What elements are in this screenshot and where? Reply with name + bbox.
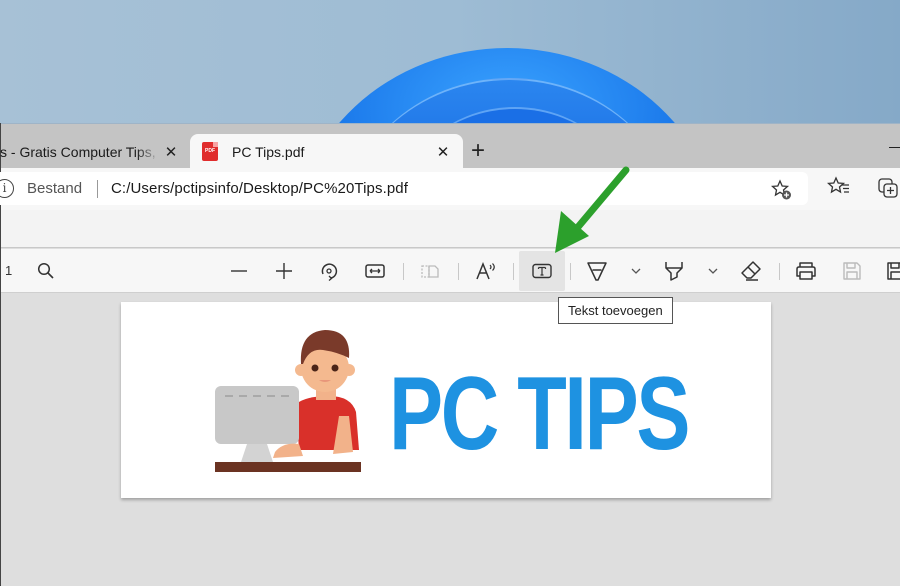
read-aloud-button[interactable] [471, 257, 501, 285]
zoom-out-button[interactable] [224, 257, 254, 285]
infobar-area [1, 210, 900, 248]
save-button[interactable] [837, 257, 867, 285]
highlight-options-dropdown[interactable] [698, 257, 728, 285]
new-tab-button[interactable]: + [471, 137, 485, 165]
pc-tips-logo-text: PC TIPS [389, 356, 690, 472]
tab-strip: s - Gratis Computer Tips, i ✕ PC Tips.pd… [0, 123, 900, 169]
rotate-icon [321, 263, 338, 281]
tab-pctips-site[interactable]: s - Gratis Computer Tips, i ✕ [0, 134, 188, 169]
address-bar-row: i Bestand C:/Users/pctipsinfo/Desktop/PC… [0, 168, 900, 210]
toolbar-divider [570, 263, 571, 280]
search-button[interactable] [31, 257, 61, 285]
pen-icon [587, 262, 607, 281]
url-text[interactable]: C:/Users/pctipsinfo/Desktop/PC%20Tips.pd… [111, 180, 408, 197]
add-text-button[interactable] [519, 251, 565, 291]
address-bar[interactable]: i Bestand C:/Users/pctipsinfo/Desktop/PC… [0, 172, 808, 205]
page-view-button[interactable] [415, 257, 445, 285]
pdf-file-icon [202, 142, 218, 161]
collections-icon[interactable] [877, 176, 900, 200]
page-number[interactable]: 1 [5, 263, 12, 278]
eraser-icon [741, 261, 761, 281]
tab-pc-tips-pdf[interactable]: PC Tips.pdf ✕ [190, 134, 463, 169]
info-icon[interactable]: i [0, 179, 14, 198]
highlight-button[interactable] [659, 257, 689, 285]
scheme-label: Bestand [27, 180, 83, 197]
print-button[interactable] [791, 257, 821, 285]
chevron-down-icon [708, 268, 718, 274]
chevron-down-icon [631, 268, 641, 274]
pdf-viewer[interactable]: PC TIPS [1, 294, 900, 586]
save-icon [843, 262, 861, 280]
rotate-button[interactable] [314, 257, 344, 285]
pc-tips-mascot-illustration [215, 330, 361, 472]
fit-width-icon [365, 264, 385, 278]
draw-options-dropdown[interactable] [621, 257, 651, 285]
toolbar-divider [403, 263, 404, 280]
erase-button[interactable] [736, 257, 766, 285]
favorites-icon[interactable] [827, 176, 851, 198]
save-as-button[interactable] [881, 257, 900, 285]
save-as-icon [887, 262, 900, 280]
browser-window: s - Gratis Computer Tips, i ✕ PC Tips.pd… [0, 123, 900, 586]
highlighter-icon [665, 262, 683, 281]
toolbar-divider [458, 263, 459, 280]
toolbar-divider [779, 263, 780, 280]
draw-button[interactable] [582, 257, 612, 285]
fit-to-width-button[interactable] [360, 257, 390, 285]
minus-icon [231, 270, 247, 272]
zoom-in-button[interactable] [269, 257, 299, 285]
read-aloud-icon [476, 262, 495, 280]
printer-icon [796, 262, 816, 280]
close-icon[interactable]: ✕ [435, 143, 451, 161]
pdf-toolbar: 1 [1, 249, 900, 293]
minimize-button[interactable] [889, 147, 900, 148]
tooltip-add-text: Tekst toevoegen [558, 297, 673, 324]
search-icon [37, 262, 54, 279]
page-view-icon [421, 265, 439, 278]
desktop-wallpaper [0, 0, 900, 125]
tab-title: s - Gratis Computer Tips, i [0, 143, 160, 160]
tab-title: PC Tips.pdf [232, 143, 305, 160]
pdf-page[interactable]: PC TIPS [121, 302, 771, 498]
divider [97, 179, 98, 198]
plus-icon [276, 263, 292, 279]
close-icon[interactable]: ✕ [163, 143, 179, 161]
toolbar-divider [513, 263, 514, 280]
text-box-icon [532, 263, 552, 279]
add-favorite-icon[interactable] [771, 179, 793, 201]
